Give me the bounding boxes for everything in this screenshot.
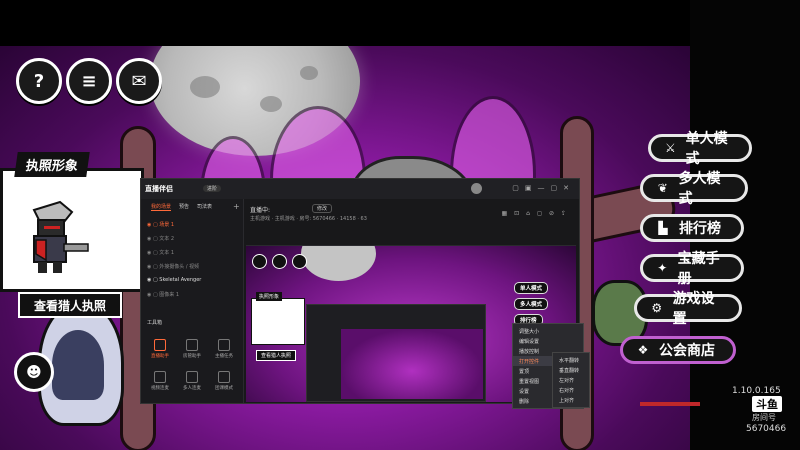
view-license-button[interactable]: 查看猎人执照 bbox=[18, 292, 122, 318]
menu-item-edit-settings[interactable]: 编辑设置 bbox=[513, 336, 583, 346]
mail-icon bbox=[292, 254, 307, 269]
scene-item[interactable]: ◉ ▢ Skeletal Avenger bbox=[147, 277, 201, 283]
context-submenu: 水平翻转 垂直翻转 左对齐 右对齐 上对齐 bbox=[552, 352, 590, 408]
live-status: 直播中: bbox=[250, 207, 271, 214]
scene-item[interactable]: ◉ ▢ 文本 2 bbox=[147, 235, 174, 242]
preview-license-title: 执照形象 bbox=[256, 292, 283, 301]
mail-icon[interactable]: ✉ bbox=[116, 58, 162, 104]
guild-shop-button[interactable]: ❖ 公会商店 bbox=[620, 336, 736, 364]
community-icon[interactable]: ☻ bbox=[14, 352, 54, 392]
room-manager-tool[interactable]: 房管助手 bbox=[179, 339, 205, 359]
live-assistant-tool[interactable]: 直播助手 bbox=[147, 339, 173, 359]
app-title-bar: 直播伴侣 进阶 ▢▣—▢✕ bbox=[141, 179, 579, 200]
multiplayer-button[interactable]: ❦ 多人模式 bbox=[640, 171, 748, 207]
scene-item[interactable]: ◉ ▢ 图像来 1 bbox=[147, 291, 179, 298]
video-link-tool[interactable]: 视频连麦 bbox=[147, 371, 173, 391]
tab-judicial[interactable]: 司法表 bbox=[197, 203, 212, 211]
single-player-button[interactable]: ⚔ 单人模式 bbox=[648, 131, 752, 167]
guild-icon: ❖ bbox=[637, 343, 649, 357]
game-settings-button[interactable]: ⚙ 游戏设置 bbox=[634, 291, 742, 327]
notes-icon bbox=[272, 254, 287, 269]
scene-item[interactable]: ◉ ▢ 场景 1 bbox=[147, 221, 174, 228]
license-title: 执照形象 bbox=[14, 152, 90, 177]
submenu-item-vflip[interactable]: 垂直翻转 bbox=[553, 365, 589, 375]
nested-stream-window bbox=[306, 304, 486, 402]
room-id: 5670466 bbox=[746, 424, 787, 434]
preview-menu-single: 单人模式 bbox=[514, 282, 549, 294]
podium-icon: ▙ bbox=[658, 221, 668, 235]
preview-view-license: 查看猎人执照 bbox=[256, 350, 297, 361]
notes-icon[interactable]: ≡ bbox=[66, 58, 112, 104]
progress-strip bbox=[640, 402, 700, 406]
user-avatar[interactable] bbox=[471, 183, 482, 194]
scene-sidebar: 我的场景 预告 司法表 + ◉ ▢ 场景 1 ◉ ▢ 文本 2 ◉ ▢ 文本 1… bbox=[141, 199, 244, 403]
book-icon: ✦ bbox=[657, 261, 668, 275]
submenu-item-left[interactable]: 左对齐 bbox=[553, 375, 589, 385]
treasure-book-button[interactable]: ✦ 宝藏手册 bbox=[640, 251, 744, 287]
scene-tabs: 我的场景 预告 司法表 bbox=[151, 203, 212, 211]
main-toolbar[interactable]: ▦⊡⌂◻⊘⇪ bbox=[501, 210, 573, 217]
scene-item[interactable]: ◉ ▢ 文本 1 bbox=[147, 249, 174, 256]
version-label: 1.10.0.165 bbox=[732, 386, 781, 396]
wings-icon: ❦ bbox=[657, 181, 668, 195]
knight-avatar bbox=[32, 200, 89, 273]
leaderboard-button[interactable]: ▙ 排行榜 bbox=[640, 214, 744, 242]
edit-title-button[interactable]: 修改 bbox=[312, 204, 333, 213]
window-controls[interactable]: ▢▣—▢✕ bbox=[512, 184, 575, 192]
stream-tags: 主机游戏 · 主机游戏 · 房号: 5670466 · 14158 · 63 bbox=[250, 216, 367, 222]
add-scene-icon[interactable]: + bbox=[233, 202, 240, 211]
sword-icon: ⚔ bbox=[664, 141, 676, 155]
help-icon[interactable]: ? bbox=[16, 58, 62, 104]
toolbox-title: 工具箱 bbox=[147, 320, 163, 326]
tab-my-scenes[interactable]: 我的场景 bbox=[151, 203, 172, 211]
scene-item[interactable]: ◉ ▢ 外接摄像头 / 视频 bbox=[147, 263, 199, 270]
class-mode-tool[interactable]: 团课模式 bbox=[211, 371, 237, 391]
app-badge: 进阶 bbox=[203, 185, 222, 192]
multi-link-tool[interactable]: 多人连麦 bbox=[179, 371, 205, 391]
preview-menu-multi: 多人模式 bbox=[514, 298, 549, 310]
submenu-item-hflip[interactable]: 水平翻转 bbox=[553, 355, 589, 365]
help-icon bbox=[252, 254, 267, 269]
submenu-item-right[interactable]: 右对齐 bbox=[553, 385, 589, 395]
submenu-item-top[interactable]: 上对齐 bbox=[553, 395, 589, 405]
douyu-logo: 斗鱼 bbox=[752, 396, 782, 412]
menu-item-resize[interactable]: 调整大小 bbox=[513, 326, 583, 336]
tab-preview[interactable]: 预告 bbox=[179, 203, 189, 211]
streamer-task-tool[interactable]: 主播任务 bbox=[211, 339, 237, 359]
room-label: 房间号 bbox=[752, 413, 776, 422]
gear-icon: ⚙ bbox=[651, 301, 663, 315]
app-logo: 直播伴侣 bbox=[145, 185, 173, 193]
